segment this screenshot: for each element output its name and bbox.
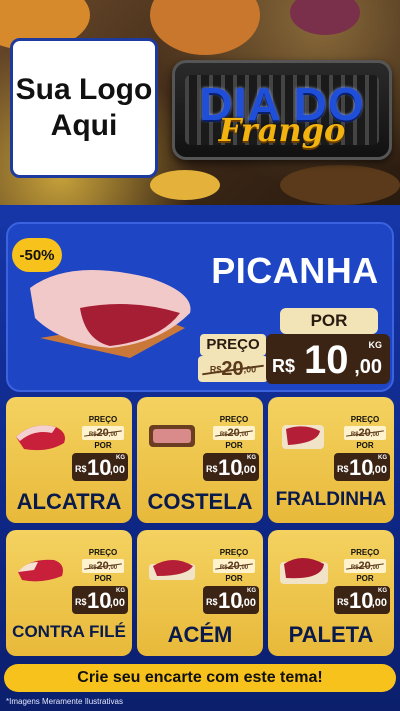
product-name: ACÉM — [167, 622, 233, 647]
product-card[interactable]: PREÇO R$20,00POR R$10 KG ,00 ACÉM — [137, 530, 263, 656]
new-dec: ,00 — [109, 597, 125, 609]
hero-new-dec: ,00 — [354, 356, 382, 378]
new-int: 10 — [349, 588, 374, 613]
preco-label: PREÇO — [350, 548, 380, 557]
hero-new-price: R$ 10 KG ,00 — [266, 334, 390, 384]
new-int: 10 — [87, 588, 112, 613]
discount-badge: -50% — [12, 238, 62, 272]
new-int: 10 — [349, 455, 374, 480]
old-price: R$20,00 — [344, 426, 386, 440]
new-dec: ,00 — [240, 464, 256, 476]
por-label: POR — [94, 574, 112, 583]
product-card[interactable]: PREÇO R$20,00POR R$10 KG ,00 PALETA — [268, 530, 394, 656]
logo-placeholder[interactable]: Sua Logo Aqui — [10, 38, 158, 178]
disclaimer: *Imagens Meramente Ilustrativas — [6, 697, 123, 706]
new-price: R$ 10 KG ,00 — [334, 453, 390, 481]
preco-label: PREÇO — [88, 548, 118, 557]
new-dec: ,00 — [240, 597, 256, 609]
new-currency: R$ — [206, 597, 218, 607]
logo-text: Sua Logo Aqui — [15, 73, 153, 142]
new-unit: KG — [116, 588, 125, 594]
new-unit: KG — [378, 588, 387, 594]
hero-por-label: POR — [280, 308, 378, 334]
food-decoration — [290, 0, 360, 35]
new-unit: KG — [116, 455, 125, 461]
old-price: R$20,00 — [213, 559, 255, 573]
new-dec: ,00 — [371, 597, 387, 609]
por-label: POR — [225, 574, 243, 583]
product-name: FRALDINHA — [275, 489, 387, 510]
hero-new-unit: KG — [368, 340, 383, 350]
product-card[interactable]: PREÇO R$20,00POR R$10 KG ,00 CONTRA FILÉ — [6, 530, 132, 656]
new-price: R$ 10 KG ,00 — [334, 586, 390, 614]
product-card[interactable]: PREÇO R$20,00POR R$10 KG ,00 FRALDINHA — [268, 397, 394, 523]
new-price: R$ 10 KG ,00 — [72, 586, 128, 614]
new-dec: ,00 — [371, 464, 387, 476]
hero-new-currency: R$ — [272, 356, 296, 376]
product-card[interactable]: PREÇO R$20,00POR R$10 KG ,00 ALCATRA — [6, 397, 132, 523]
product-image — [18, 559, 63, 582]
new-dec: ,00 — [109, 464, 125, 476]
new-price: R$ 10 KG ,00 — [203, 453, 259, 481]
por-label: POR — [94, 441, 112, 450]
hero-preco-label: PREÇO — [200, 334, 266, 356]
por-label: POR — [356, 441, 374, 450]
new-unit: KG — [247, 588, 256, 594]
product-image — [149, 560, 195, 580]
food-decoration — [280, 165, 400, 205]
preco-label: PREÇO — [350, 415, 380, 424]
event-title-line2: Frango — [218, 111, 346, 149]
product-image — [16, 425, 65, 451]
preco-label: PREÇO — [88, 415, 118, 424]
cta-button[interactable]: Crie seu encarte com este tema! — [4, 664, 396, 692]
food-decoration — [150, 170, 220, 200]
preco-label: PREÇO — [219, 548, 249, 557]
new-currency: R$ — [337, 464, 349, 474]
event-title-badge: DIA DO Frango — [172, 60, 392, 160]
new-currency: R$ — [337, 597, 349, 607]
hero-product-name: PICANHA — [211, 250, 379, 291]
product-name: COSTELA — [147, 489, 253, 514]
food-decoration — [150, 0, 260, 55]
old-price: R$20,00 — [82, 426, 124, 440]
new-int: 10 — [218, 588, 243, 613]
new-currency: R$ — [75, 464, 87, 474]
new-price: R$ 10 KG ,00 — [203, 586, 259, 614]
header-banner: Sua Logo Aqui DIA DO Frango — [0, 0, 400, 205]
new-int: 10 — [87, 455, 112, 480]
new-currency: R$ — [206, 464, 218, 474]
product-name: PALETA — [288, 622, 374, 647]
product-card[interactable]: PREÇO R$20,00POR R$10 KG ,00 COSTELA — [137, 397, 263, 523]
por-label: POR — [225, 441, 243, 450]
new-currency: R$ — [75, 597, 87, 607]
product-image — [282, 425, 324, 449]
new-unit: KG — [247, 455, 256, 461]
old-price: R$20,00 — [213, 426, 255, 440]
preco-label: PREÇO — [219, 415, 249, 424]
product-name: CONTRA FILÉ — [12, 622, 126, 641]
hero-new-int: 10 — [304, 338, 349, 382]
product-name: ALCATRA — [16, 489, 122, 514]
new-price: R$ 10 KG ,00 — [72, 453, 128, 481]
new-int: 10 — [218, 455, 243, 480]
new-unit: KG — [378, 455, 387, 461]
old-price: R$20,00 — [344, 559, 386, 573]
product-image — [280, 558, 328, 584]
old-price: R$20,00 — [82, 559, 124, 573]
hero-old-price: R$20,00 — [198, 356, 268, 382]
por-label: POR — [356, 574, 374, 583]
product-image — [149, 425, 195, 447]
